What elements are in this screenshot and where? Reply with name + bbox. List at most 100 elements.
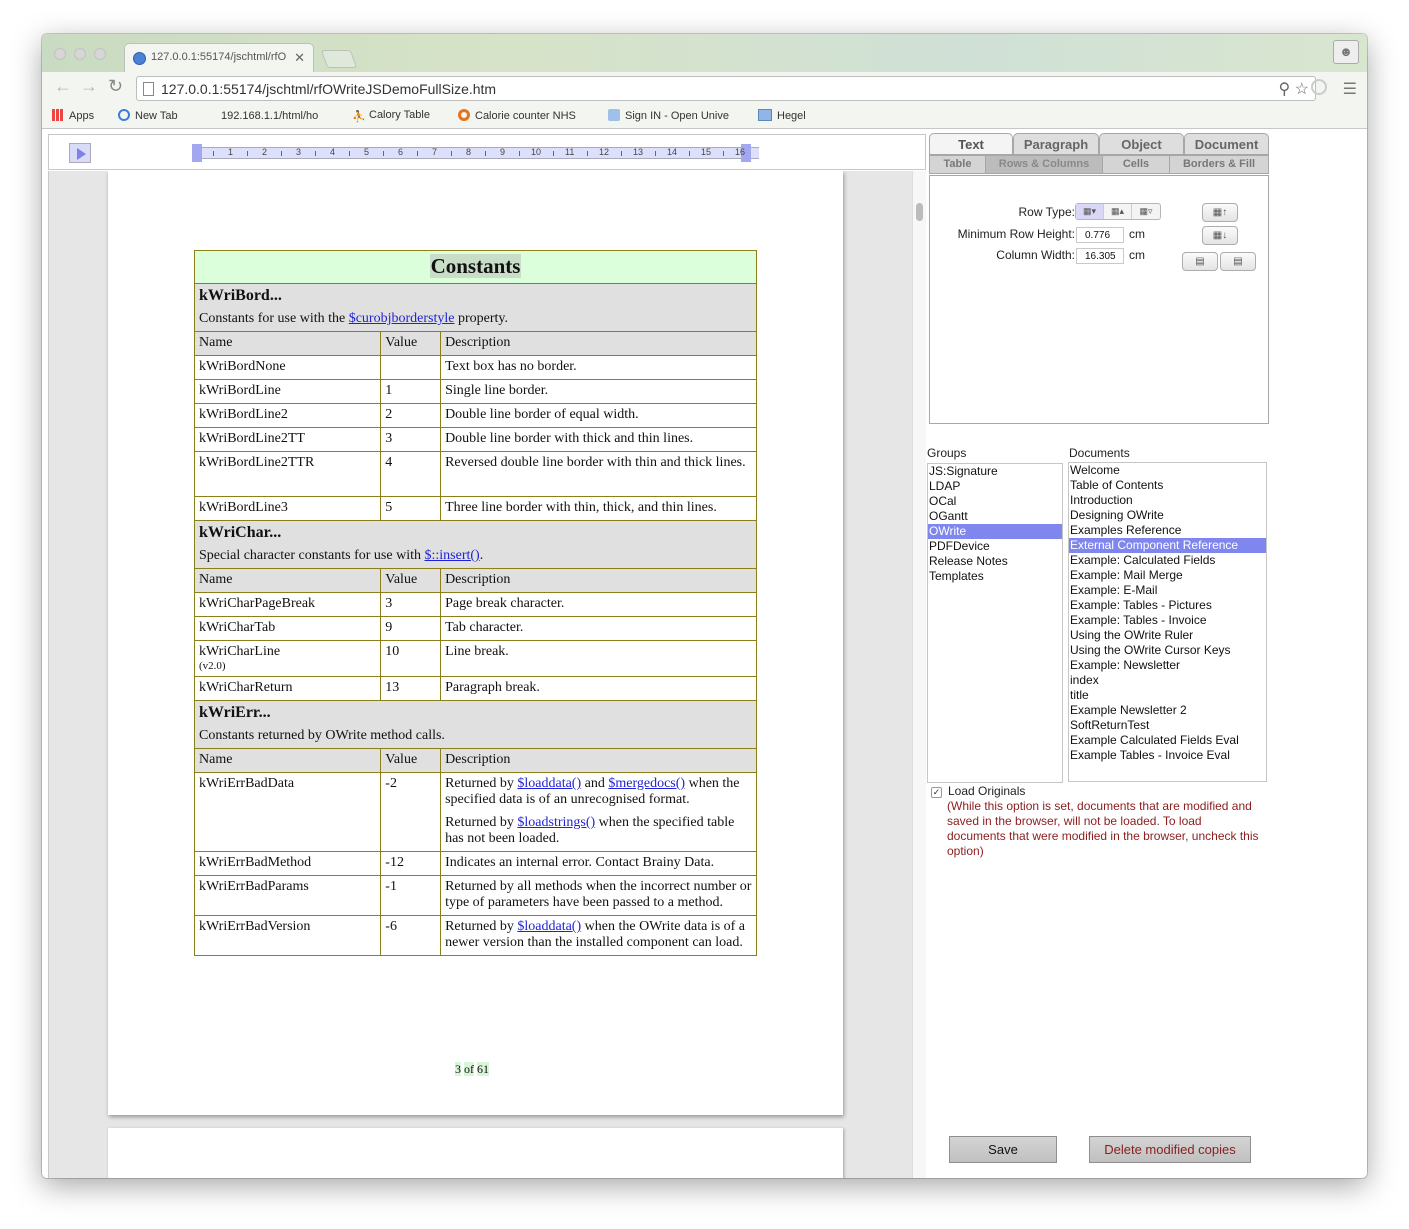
document-view[interactable]: Constants kWriBord... Constants for use … [48,171,912,1178]
ruler[interactable]: 1 2 3 4 5 6 7 8 9 10 11 12 13 14 15 16 [192,144,759,162]
save-button[interactable]: Save [949,1136,1057,1163]
left-indent-handle[interactable] [192,144,202,162]
page-icon [204,109,216,121]
document-scrollbar[interactable] [912,171,926,1178]
table-row: kWriBordLine 1 Single line border. [193,379,757,404]
list-item[interactable]: Example: Calculated Fields [1069,553,1266,568]
link-loaddata[interactable]: $loaddata() [517,776,581,791]
list-item[interactable]: Release Notes [928,554,1062,569]
properties-panel: Row Type: ▦▾ ▦▴ ▦▿ Minimum Row Height: 0… [929,175,1269,424]
back-icon[interactable]: ← [54,76,72,97]
list-item[interactable]: OCal [928,494,1062,509]
tab-cells[interactable]: Cells [1103,156,1170,173]
tab-table[interactable]: Table [930,156,986,173]
bookmark-new-tab[interactable]: New Tab [118,109,178,122]
list-item[interactable]: Example: E-Mail [1069,583,1266,598]
globe-icon [133,52,146,65]
bookmark-hegel[interactable]: Hegel [758,109,806,122]
row-type-label: Row Type: [1018,205,1075,219]
address-bar[interactable]: 127.0.0.1:55174/jschtml/rfOWriteJSDemoFu… [136,76,1316,101]
list-item[interactable]: Example: Newsletter [1069,658,1266,673]
list-item[interactable]: Introduction [1069,493,1266,508]
tab-document[interactable]: Document [1184,133,1269,155]
documents-list[interactable]: Welcome Table of Contents Introduction Desi… [1068,462,1267,782]
bookmark-sign-in[interactable]: Sign IN - Open Unive [608,109,729,122]
min-row-height-input[interactable]: 0.776 [1076,227,1124,243]
groups-list[interactable]: JS:Signature LDAP OCal OGantt OWrite PDFDevic… [927,463,1063,783]
profile-icon[interactable]: ☻ [1333,40,1359,64]
list-item[interactable]: OWrite [928,524,1062,539]
list-item[interactable]: Example Tables - Invoice Eval [1069,748,1266,763]
tab-rows-columns[interactable]: Rows & Columns [986,156,1103,173]
link-loadstrings[interactable]: $loadstrings() [517,815,595,830]
link-curobjborderstyle[interactable]: $curobjborderstyle [349,311,455,326]
list-item[interactable]: PDFDevice [928,539,1062,554]
bookmark-apps[interactable]: Apps [52,109,94,122]
link-insert[interactable]: $::insert() [424,548,479,563]
list-item[interactable]: Example: Mail Merge [1069,568,1266,583]
tab-object[interactable]: Object [1099,133,1184,155]
new-tab-button[interactable] [320,50,358,68]
bookmark-calory-table[interactable]: ⛹ Calory Table [352,109,430,123]
tab-borders-fill[interactable]: Borders & Fill [1170,156,1268,173]
ruler-toggle-button[interactable] [69,143,91,163]
minimize-window-button[interactable] [74,48,86,60]
tab-paragraph[interactable]: Paragraph [1013,133,1099,155]
list-item[interactable]: Example Newsletter 2 [1069,703,1266,718]
close-window-button[interactable] [54,48,66,60]
zoom-star-icons[interactable]: ⚲ ☆ [1278,79,1309,99]
forward-icon[interactable]: → [80,76,98,97]
list-item[interactable]: Welcome [1069,463,1266,478]
insert-column-left-icon[interactable]: ▤ [1182,252,1218,271]
link-loaddata-2[interactable]: $loaddata() [517,919,581,934]
row-type-header-icon[interactable]: ▦▴ [1104,204,1132,219]
link-mergedocs[interactable]: $mergedocs() [608,776,685,791]
delete-modified-copies-button[interactable]: Delete modified copies [1089,1136,1251,1163]
list-item[interactable]: OGantt [928,509,1062,524]
list-item[interactable]: Table of Contents [1069,478,1266,493]
insert-row-below-icon[interactable]: ▦↓ [1202,226,1238,245]
list-item[interactable]: LDAP [928,479,1062,494]
extension-icon[interactable] [1311,79,1327,95]
list-item[interactable]: Using the OWrite Ruler [1069,628,1266,643]
row-type-selector[interactable]: ▦▾ ▦▴ ▦▿ [1075,203,1161,220]
next-page[interactable] [108,1128,843,1178]
zoom-window-button[interactable] [94,48,106,60]
ruler-tick [451,151,452,156]
tab-text[interactable]: Text [929,133,1013,155]
row-type-normal-icon[interactable]: ▦▾ [1076,204,1104,219]
document-page[interactable]: Constants kWriBord... Constants for use … [108,171,843,1115]
list-item[interactable]: Example Calculated Fields Eval [1069,733,1266,748]
list-item[interactable]: Designing OWrite [1069,508,1266,523]
list-item[interactable]: title [1069,688,1266,703]
scroll-thumb[interactable] [916,203,923,221]
tab-close-icon[interactable]: ✕ [294,50,305,66]
browser-tab[interactable]: 127.0.0.1:55174/jschtml/rfO ✕ [124,43,314,72]
bookmark-router[interactable]: 192.168.1.1/html/ho [204,109,318,122]
folder-icon [758,109,772,121]
menu-icon[interactable]: ☰ [1343,79,1357,99]
column-width-input[interactable]: 16.305 [1076,248,1124,264]
ruler-number: 13 [633,147,644,157]
insert-column-right-icon[interactable]: ▤ [1220,252,1256,271]
list-item[interactable]: External Component Reference [1069,538,1266,553]
list-item[interactable]: SoftReturnTest [1069,718,1266,733]
reload-icon[interactable]: ↻ [108,76,123,97]
list-item[interactable]: JS:Signature [928,464,1062,479]
list-item[interactable]: Using the OWrite Cursor Keys [1069,643,1266,658]
bookmark-calorie-counter[interactable]: Calorie counter NHS [458,109,576,122]
table-row: kWriErrBadParams -1 Returned by all method… [193,875,757,916]
row-type-footer-icon[interactable]: ▦▿ [1132,204,1160,219]
ruler-tick [553,151,554,156]
ruler-number: 7 [432,147,438,157]
apps-grid-icon [52,109,64,121]
list-item[interactable]: index [1069,673,1266,688]
table-row: kWriCharLine (v2.0) 10 Line break. [193,640,757,677]
list-item[interactable]: Example: Tables - Invoice [1069,613,1266,628]
insert-row-above-icon[interactable]: ▦↑ [1202,203,1238,222]
load-originals-checkbox[interactable]: ✓ [931,787,942,798]
list-item[interactable]: Examples Reference [1069,523,1266,538]
list-item[interactable]: Templates [928,569,1062,584]
ruler-tick [247,151,248,156]
list-item[interactable]: Example: Tables - Pictures [1069,598,1266,613]
